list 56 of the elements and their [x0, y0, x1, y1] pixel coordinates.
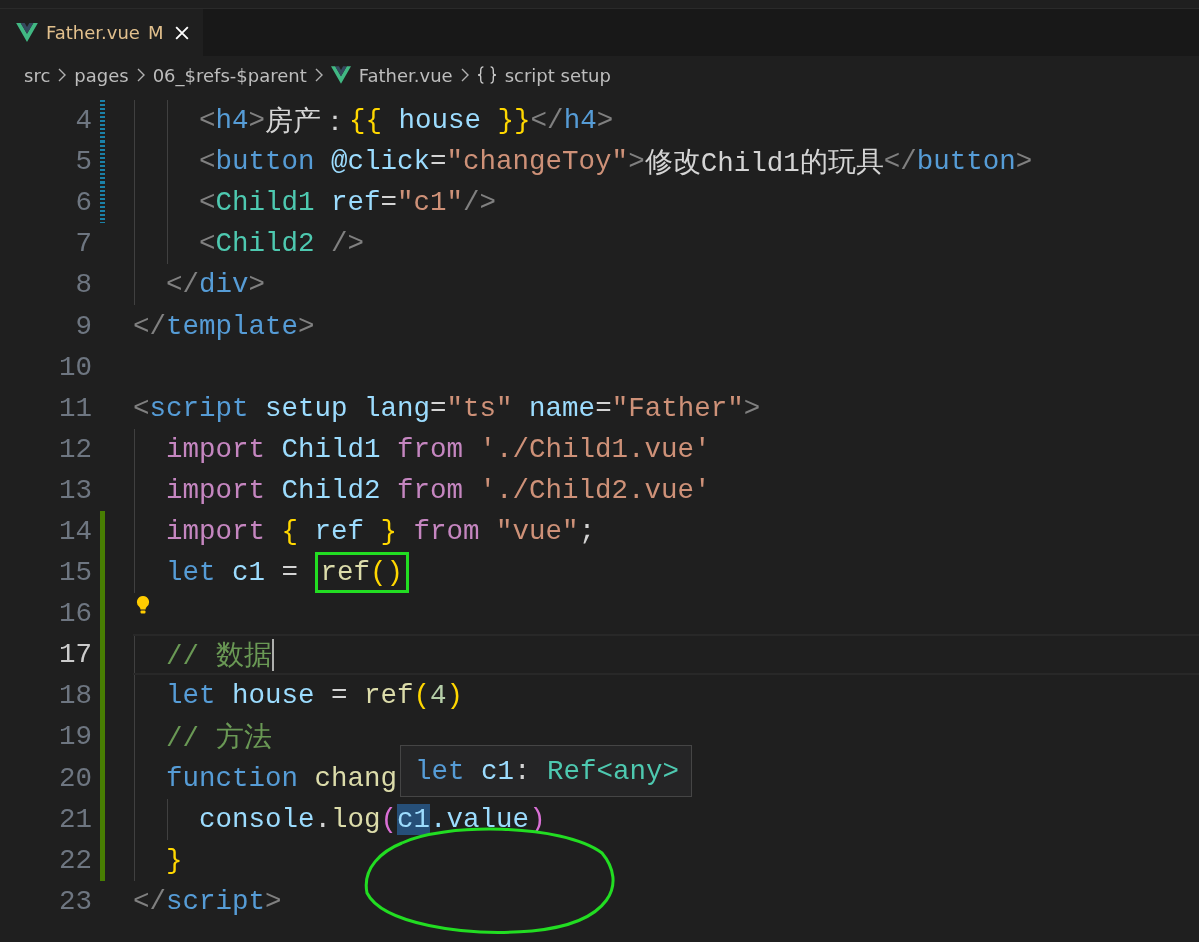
line-number: 5: [74, 146, 92, 178]
line-number: 10: [58, 351, 92, 383]
editor-tab[interactable]: Father.vue M: [0, 9, 204, 56]
code-line: import Child2 from './Child2.vue': [165, 474, 711, 506]
code-line: <Child1 ref="c1"/>: [198, 187, 497, 219]
code-line: // 方法: [165, 721, 272, 755]
chevron-icon: [58, 68, 67, 82]
vue-logo-icon: [330, 66, 351, 84]
line-number: 16: [58, 598, 92, 630]
line-number: 9: [74, 310, 92, 342]
code-line: </div>: [165, 269, 266, 301]
code-line: // 数据: [165, 639, 272, 673]
braces-icon: [476, 66, 497, 84]
text-cursor: [271, 638, 274, 671]
vue-logo-icon: [16, 23, 38, 42]
code-line: function chang: [165, 762, 398, 794]
line-number: 15: [58, 557, 92, 589]
breadcrumb-item[interactable]: src: [24, 64, 51, 86]
line-number: 7: [74, 228, 92, 260]
line-number: 14: [58, 516, 92, 547]
line-number: 12: [58, 433, 92, 465]
breadcrumb-item[interactable]: pages: [74, 64, 129, 86]
code-line: <script setup lang="ts" name="Father">: [133, 392, 761, 424]
code-line: <Child2 />: [198, 228, 365, 260]
code-line: let c1 = ref(): [133, 552, 410, 594]
line-number: 13: [58, 474, 92, 506]
line-number: 22: [58, 844, 92, 876]
code-line: </script>: [133, 885, 282, 917]
line-number: 17: [58, 639, 92, 671]
modified-status: M: [147, 22, 164, 43]
chevron-icon: [314, 68, 323, 82]
line-number: 18: [58, 680, 92, 712]
code-line: }: [165, 844, 183, 876]
chevron-icon: [460, 68, 469, 82]
chevron-icon: [136, 68, 145, 82]
code-line: let house = ref(4): [165, 680, 464, 712]
line-number: 21: [58, 803, 92, 835]
line-number: 19: [58, 721, 92, 753]
close-icon[interactable]: [175, 25, 190, 40]
lightbulb-icon[interactable]: [136, 595, 150, 616]
breadcrumb-item[interactable]: 06_$refs-$parent: [152, 64, 307, 86]
line-number: 6: [74, 187, 92, 219]
code-line: </template>: [133, 310, 315, 342]
line-number: 4: [74, 105, 92, 137]
line-number: 23: [58, 885, 92, 917]
line-number: 11: [58, 392, 92, 424]
breadcrumb-item[interactable]: Father.vue: [358, 64, 453, 86]
line-number: 8: [74, 269, 92, 301]
code-line: <h4>房产：{{ house }}</h4>: [198, 104, 614, 139]
hover-tooltip: let c1: Ref<any>: [400, 745, 692, 797]
code-line: <button @click="changeToy">修改Child1的玩具</button>: [198, 145, 1033, 180]
code-line: import Child1 from './Child1.vue': [165, 433, 711, 465]
code-line: import { ref } from "vue";: [165, 516, 596, 547]
tab-filename: Father.vue: [46, 22, 140, 43]
breadcrumb-item[interactable]: script setup: [504, 64, 611, 86]
line-number: 20: [58, 762, 92, 794]
